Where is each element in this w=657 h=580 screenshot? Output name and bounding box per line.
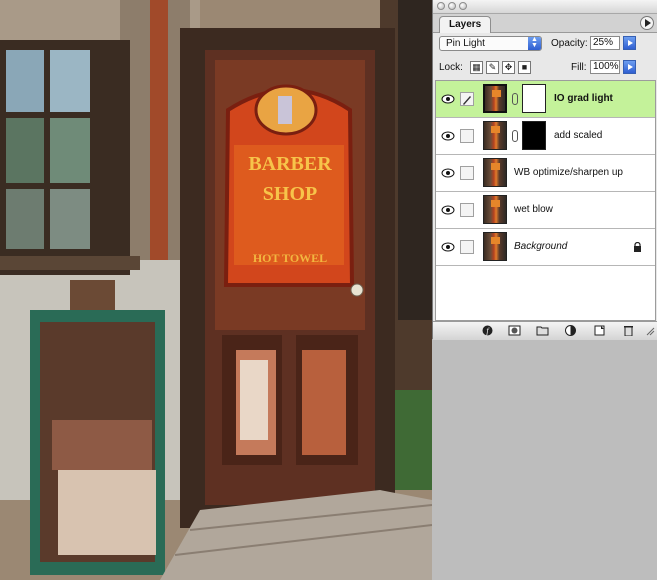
close-window-button[interactable] <box>437 2 445 10</box>
palette-titlebar[interactable] <box>433 0 657 14</box>
eye-visibility-icon[interactable] <box>441 204 455 216</box>
layer-thumbnail[interactable] <box>483 158 507 187</box>
blend-opacity-row: Pin Light ▲ ▼ Opacity: 25% <box>433 33 657 55</box>
eye-visibility-icon[interactable] <box>441 167 455 179</box>
paintbrush-active-icon <box>460 92 474 106</box>
lock-fill-row: Lock: ▦ ✎ ✥ ■ Fill: 100% <box>433 57 657 79</box>
minimize-window-button[interactable] <box>448 2 456 10</box>
opacity-input[interactable]: 25% <box>590 36 620 50</box>
eye-visibility-icon[interactable] <box>441 130 455 142</box>
blend-mode-dropdown[interactable]: Pin Light ▲ ▼ <box>439 36 542 51</box>
opacity-slider-arrow-icon[interactable] <box>623 36 636 50</box>
lock-label: Lock: <box>439 62 463 73</box>
layer-link-cell[interactable] <box>460 166 474 180</box>
layer-row-background[interactable]: Background <box>436 229 655 266</box>
layer-name[interactable]: Background <box>514 241 567 252</box>
layer-link-cell[interactable] <box>460 240 474 254</box>
palette-bottom-bar: f <box>433 321 657 340</box>
layers-list: IO grad light add scaled WB optimize/sha… <box>435 80 656 321</box>
document-canvas[interactable]: BARBER SHOP HOT TOWEL <box>0 0 432 580</box>
layer-row-wet-blow[interactable]: wet blow <box>436 192 655 229</box>
new-layer-icon[interactable] <box>593 325 606 336</box>
layer-row-wb-optimize[interactable]: WB optimize/sharpen up <box>436 155 655 192</box>
layer-row-add-scaled[interactable]: add scaled <box>436 118 655 155</box>
layer-name[interactable]: IO grad light <box>554 93 613 104</box>
add-mask-icon[interactable] <box>508 325 521 336</box>
sign-text-barber: BARBER <box>248 153 332 175</box>
lock-image-brush-icon[interactable]: ✎ <box>486 61 499 74</box>
barbershop-painting: BARBER SHOP HOT TOWEL <box>0 0 432 580</box>
layers-palette: Layers Pin Light ▲ ▼ Opacity: 25% Lock: ▦… <box>432 0 657 340</box>
resize-grip-icon[interactable] <box>645 325 655 336</box>
adjustment-layer-icon[interactable] <box>564 325 577 336</box>
eye-visibility-icon[interactable] <box>441 93 455 105</box>
fill-label: Fill: <box>571 62 587 73</box>
sign-text-shop: SHOP <box>263 183 317 205</box>
layer-link-cell[interactable] <box>460 129 474 143</box>
fill-input[interactable]: 100% <box>590 60 620 74</box>
new-group-icon[interactable] <box>536 325 549 336</box>
layer-mask-thumbnail[interactable] <box>522 121 546 150</box>
layer-style-icon[interactable]: f <box>481 325 494 336</box>
layer-link-cell[interactable] <box>460 203 474 217</box>
blend-mode-value: Pin Light <box>446 38 485 49</box>
layer-name[interactable]: add scaled <box>554 130 602 141</box>
layer-name[interactable]: WB optimize/sharpen up <box>514 167 623 178</box>
lock-transparency-icon[interactable]: ▦ <box>470 61 483 74</box>
layer-thumbnail[interactable] <box>483 195 507 224</box>
opacity-label: Opacity: <box>551 38 588 49</box>
layer-thumbnail[interactable] <box>483 84 507 113</box>
sign-text-hot-towel: HOT TOWEL <box>253 251 327 265</box>
palette-tab-strip: Layers <box>433 14 657 33</box>
lock-position-move-icon[interactable]: ✥ <box>502 61 515 74</box>
dropdown-arrows-icon: ▲ ▼ <box>528 36 541 50</box>
layer-name[interactable]: wet blow <box>514 204 553 215</box>
zoom-window-button[interactable] <box>459 2 467 10</box>
palette-menu-arrow-icon[interactable] <box>640 16 654 30</box>
layer-row-io-grad-light[interactable]: IO grad light <box>436 81 655 118</box>
layer-thumbnail[interactable] <box>483 121 507 150</box>
layer-locked-icon <box>634 242 641 252</box>
mask-link-icon[interactable] <box>512 130 518 142</box>
mask-link-icon[interactable] <box>512 93 518 105</box>
lock-all-icon[interactable]: ■ <box>518 61 531 74</box>
layer-mask-thumbnail[interactable] <box>522 84 546 113</box>
tab-layers[interactable]: Layers <box>439 16 492 33</box>
layer-thumbnail[interactable] <box>483 232 507 261</box>
fill-slider-arrow-icon[interactable] <box>623 60 636 74</box>
eye-visibility-icon[interactable] <box>441 241 455 253</box>
trash-icon[interactable] <box>622 325 635 336</box>
